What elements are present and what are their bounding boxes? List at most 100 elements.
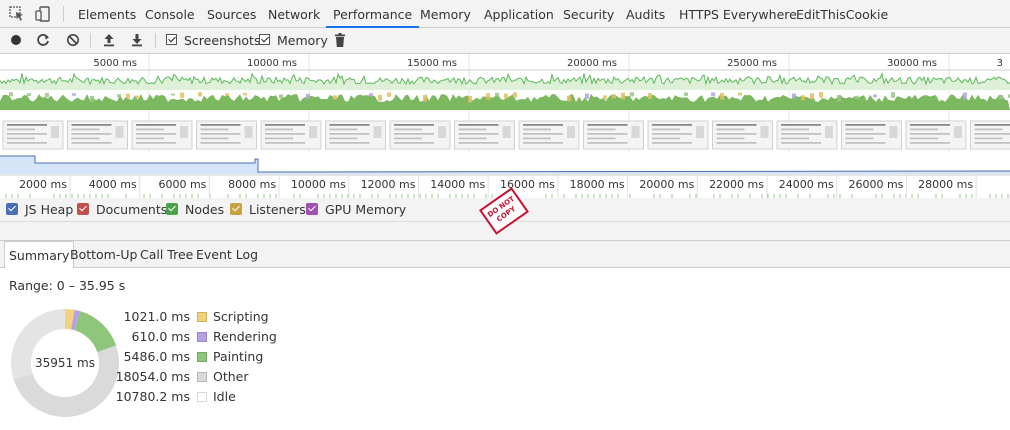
collect-garbage-icon[interactable] bbox=[332, 32, 348, 48]
screenshot-text-line bbox=[329, 142, 370, 144]
tab-memory[interactable]: Memory bbox=[420, 0, 471, 28]
stat-swatch-scripting bbox=[197, 312, 207, 322]
screenshot-text-line bbox=[716, 124, 757, 126]
tab-audits[interactable]: Audits bbox=[626, 0, 665, 28]
subtab-summary[interactable]: Summary bbox=[4, 241, 75, 268]
screenshot-image bbox=[309, 126, 317, 138]
cpu-activity-mark bbox=[135, 95, 139, 99]
tab-security[interactable]: Security bbox=[563, 0, 614, 28]
cpu-activity-mark bbox=[45, 92, 49, 98]
top-tick-label: 15000 ms bbox=[407, 58, 457, 69]
bottom-tick-label: 18000 ms bbox=[570, 178, 625, 191]
stat-value: 5486.0 ms bbox=[123, 349, 190, 364]
screenshot-text-line bbox=[652, 137, 680, 140]
bottom-tick-label: 6000 ms bbox=[158, 178, 206, 191]
stat-label: Painting bbox=[213, 349, 264, 364]
screenshot-text-line bbox=[265, 133, 305, 135]
cpu-activity-mark bbox=[837, 94, 841, 102]
tab-sources[interactable]: Sources bbox=[207, 0, 256, 28]
inspect-element-icon[interactable] bbox=[8, 5, 26, 23]
device-toolbar-icon[interactable] bbox=[34, 5, 52, 23]
screenshot-text-line bbox=[136, 142, 176, 144]
screenshot-text-line bbox=[910, 133, 950, 135]
screenshot-text-line bbox=[136, 124, 176, 126]
memory-checkbox[interactable] bbox=[259, 34, 270, 45]
subtab-event-log[interactable]: Event Log bbox=[196, 241, 258, 268]
screenshot-text-line bbox=[781, 133, 821, 135]
screenshot-text-line bbox=[910, 128, 938, 131]
subtab-bottom-up[interactable]: Bottom-Up bbox=[70, 241, 137, 268]
tab-https-everywhere[interactable]: HTTPS Everywhere bbox=[679, 0, 797, 28]
screenshot-image bbox=[631, 126, 640, 138]
stat-label: Scripting bbox=[213, 309, 269, 324]
screenshot-text-line bbox=[7, 133, 47, 135]
tab-elements[interactable]: Elements bbox=[78, 0, 136, 28]
screenshots-checkbox[interactable] bbox=[166, 34, 177, 45]
tab-console[interactable]: Console bbox=[145, 0, 195, 28]
cpu-activity-mark bbox=[963, 92, 967, 100]
screenshot-text-line bbox=[716, 142, 757, 144]
screenshot-text-line bbox=[200, 128, 229, 131]
screenshot-text-line bbox=[71, 137, 100, 140]
screenshot-text-line bbox=[587, 137, 616, 140]
cpu-activity-mark bbox=[180, 92, 184, 98]
tab-application[interactable]: Application bbox=[484, 0, 554, 28]
bottom-tick-label: 10000 ms bbox=[291, 178, 346, 191]
bottom-tick-label: 24000 ms bbox=[779, 178, 834, 191]
legend-checkbox-documents[interactable] bbox=[77, 203, 89, 215]
stat-value: 1021.0 ms bbox=[123, 309, 190, 324]
legend-checkbox-nodes[interactable] bbox=[166, 203, 178, 215]
cpu-activity-mark bbox=[711, 92, 715, 97]
screenshot-text-line bbox=[974, 133, 1010, 135]
screenshot-text-line bbox=[845, 142, 886, 144]
top-tick-label: 30000 ms bbox=[887, 58, 937, 69]
stat-value: 18054.0 ms bbox=[115, 369, 190, 384]
cpu-activity-mark bbox=[603, 95, 607, 100]
screenshot-text-line bbox=[652, 133, 692, 135]
cpu-activity-mark bbox=[873, 94, 877, 98]
screenshot-text-line bbox=[652, 124, 692, 126]
tab-network[interactable]: Network bbox=[268, 0, 320, 28]
save-profile-icon[interactable] bbox=[129, 32, 145, 48]
screenshot-image bbox=[954, 126, 962, 138]
toolbar-separator bbox=[155, 33, 156, 48]
record-icon[interactable] bbox=[8, 32, 24, 48]
cpu-activity-mark bbox=[378, 94, 382, 101]
screenshot-image bbox=[567, 126, 575, 138]
cpu-activity-mark bbox=[171, 93, 175, 96]
screenshot-text-line bbox=[781, 124, 821, 126]
screenshot-text-line bbox=[71, 133, 112, 135]
screenshot-text-line bbox=[200, 133, 241, 135]
screenshot-text-line bbox=[136, 137, 164, 140]
legend-checkbox-gpu-memory[interactable] bbox=[306, 203, 318, 215]
screenshot-text-line bbox=[200, 142, 241, 144]
cpu-activity-mark bbox=[423, 95, 427, 102]
screenshot-image bbox=[51, 126, 59, 138]
legend-checkbox-listeners[interactable] bbox=[230, 203, 242, 215]
load-profile-icon[interactable] bbox=[101, 32, 117, 48]
cpu-activity-mark bbox=[486, 93, 490, 100]
screenshot-text-line bbox=[716, 133, 757, 135]
cpu-activity-mark bbox=[117, 94, 121, 98]
cpu-activity-mark bbox=[495, 92, 499, 97]
tab-editthiscookie[interactable]: EditThisCookie bbox=[796, 0, 888, 28]
reload-record-icon[interactable] bbox=[35, 32, 51, 48]
screenshot-text-line bbox=[781, 137, 809, 140]
cpu-activity-mark bbox=[720, 92, 724, 100]
screenshot-image bbox=[180, 126, 188, 138]
legend-checkbox-js-heap[interactable] bbox=[6, 203, 18, 215]
bottom-tick-label: 28000 ms bbox=[918, 178, 973, 191]
subtab-call-tree[interactable]: Call Tree bbox=[140, 241, 193, 268]
bottom-tick-label: 2000 ms bbox=[19, 178, 67, 191]
stat-value: 610.0 ms bbox=[131, 329, 190, 344]
stat-swatch-other bbox=[197, 372, 207, 382]
bottom-tick-label: 22000 ms bbox=[709, 178, 764, 191]
cpu-activity-mark bbox=[612, 94, 616, 99]
top-tick-label: 20000 ms bbox=[567, 58, 617, 69]
screenshot-text-line bbox=[845, 133, 886, 135]
clear-icon[interactable] bbox=[65, 32, 81, 48]
tab-performance[interactable]: Performance bbox=[326, 0, 420, 28]
screenshot-image bbox=[244, 126, 253, 138]
timeline-overview[interactable]: 5000 ms 10000 ms 15000 ms 20000 ms 25000 ms 3… bbox=[0, 54, 1010, 198]
screenshot-text-line bbox=[200, 124, 241, 126]
